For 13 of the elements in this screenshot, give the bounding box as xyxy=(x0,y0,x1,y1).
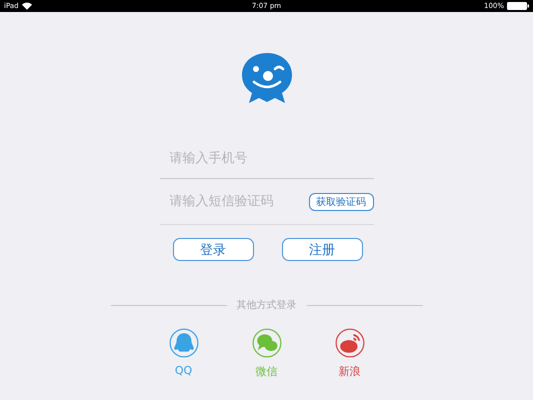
weibo-eye-icon[interactable] xyxy=(334,328,364,358)
get-code-button[interactable]: 获取验证码 xyxy=(308,192,374,210)
other-login-title: 其他方式登录 xyxy=(236,298,296,312)
login-button[interactable]: 登录 xyxy=(172,238,254,261)
phone-input-field[interactable]: 请输入手机号 xyxy=(160,150,374,166)
code-input-field[interactable]: 请输入短信验证码 xyxy=(160,194,308,209)
social-login-label[interactable]: 新浪 xyxy=(338,364,360,379)
penguin-icon[interactable] xyxy=(168,328,198,358)
chat-bubbles-icon[interactable] xyxy=(252,328,282,358)
battery-icon xyxy=(507,2,529,10)
logo-icon xyxy=(240,52,292,104)
register-button[interactable]: 注册 xyxy=(282,238,362,261)
wifi-icon xyxy=(22,2,32,10)
